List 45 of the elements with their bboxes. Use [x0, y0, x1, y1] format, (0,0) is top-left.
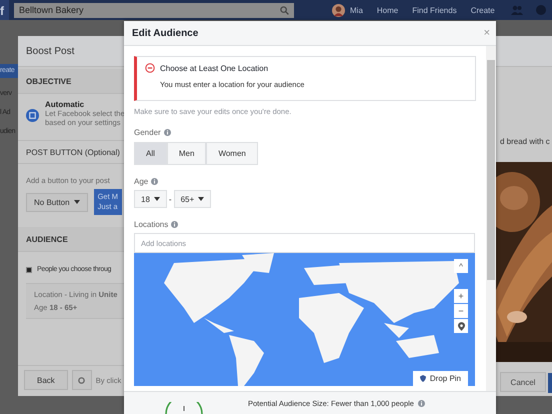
dialog-title: Boost Post	[26, 46, 74, 56]
error-icon	[145, 63, 155, 73]
dialog-title: Edit Audience	[132, 28, 198, 38]
gender-option[interactable]: All	[134, 142, 167, 165]
nav-link[interactable]: Create	[470, 6, 495, 14]
error-title: Choose at Least One Location	[160, 64, 268, 72]
info-icon[interactable]	[418, 400, 425, 406]
info-icon[interactable]	[151, 178, 158, 185]
search-icon[interactable]	[280, 6, 289, 14]
caret-icon	[74, 200, 80, 204]
cancel-button[interactable]: Cancel	[500, 372, 546, 392]
button-select[interactable]: No Button	[26, 192, 88, 212]
zoom-out-button[interactable]: −	[454, 304, 468, 318]
field-label: Age	[134, 177, 148, 186]
gender-option[interactable]: Women	[206, 142, 258, 165]
search-field[interactable]: Belltown Bakery	[14, 2, 294, 18]
collapse-button[interactable]: ^	[454, 259, 468, 273]
gender-option[interactable]: Men	[166, 142, 206, 165]
drop-pin-button[interactable]: Drop Pin	[412, 371, 468, 386]
info-icon[interactable]	[171, 221, 178, 228]
age-select[interactable]: 18	[134, 190, 167, 208]
avatar[interactable]	[332, 4, 345, 16]
user-name[interactable]: Mia	[350, 6, 363, 14]
section-heading: POST BUTTON (Optional)	[26, 148, 120, 156]
gauge-icon	[164, 402, 204, 414]
separator: -	[168, 194, 172, 204]
back-button[interactable]: Back	[24, 370, 68, 390]
caret-icon	[154, 197, 160, 201]
info-icon[interactable]	[164, 129, 171, 136]
field-label: Locations	[134, 220, 168, 229]
locate-button[interactable]	[454, 319, 468, 333]
radio-button[interactable]	[26, 266, 32, 272]
age-select[interactable]: 65+	[174, 190, 212, 208]
caret-icon	[198, 197, 204, 201]
objective-option: Automatic	[45, 100, 125, 109]
logo[interactable]: f	[0, 0, 9, 20]
nav-link[interactable]: Find Friends	[412, 6, 457, 14]
field-label: Gender	[134, 128, 161, 137]
post-caption: d bread with c	[500, 137, 551, 146]
settings-button[interactable]	[72, 370, 92, 390]
scrollbar[interactable]	[486, 46, 496, 391]
section-heading: AUDIENCE	[26, 234, 68, 244]
section-heading: OBJECTIVE	[26, 76, 72, 86]
zoom-in-button[interactable]: +	[454, 289, 468, 303]
nav-link[interactable]: Home	[376, 6, 398, 14]
